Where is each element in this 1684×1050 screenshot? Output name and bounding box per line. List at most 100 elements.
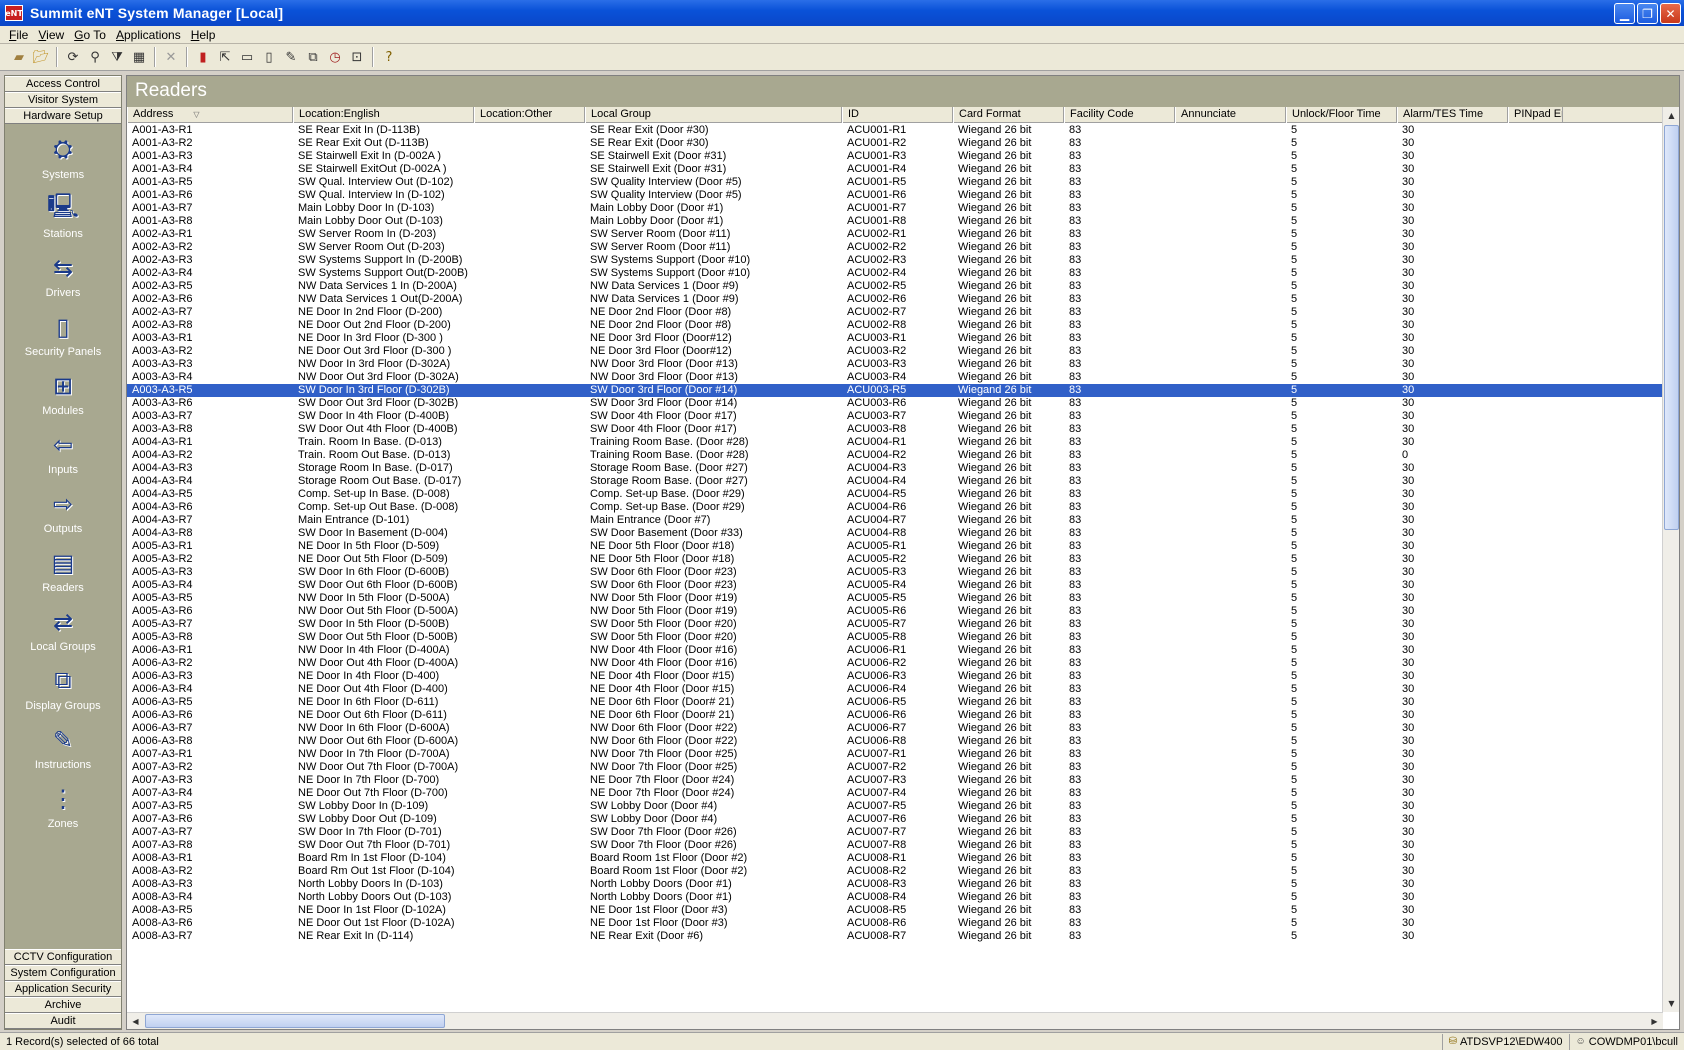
table-row[interactable]: A001-A3-R6 SW Qual. Interview In (D-102) S… xyxy=(127,189,1663,202)
sidebar-item-drivers[interactable]: ⇆ Drivers xyxy=(5,244,121,303)
table-row[interactable]: A005-A3-R2 NE Door Out 5th Floor (D-509) N… xyxy=(127,553,1663,566)
sidebar-item-zones[interactable]: ⋮ Zones xyxy=(5,775,121,834)
table-row[interactable]: A004-A3-R7 Main Entrance (D-101) Main Entr… xyxy=(127,514,1663,527)
delete-button[interactable]: ✕ xyxy=(160,46,182,68)
access-control-button[interactable]: Access Control xyxy=(5,76,121,92)
table-row[interactable]: A006-A3-R6 NE Door Out 6th Floor (D-611) N… xyxy=(127,709,1663,722)
export-button[interactable]: ⇱ xyxy=(214,46,236,68)
column-header-pinpad-en[interactable]: PINpad En xyxy=(1508,107,1563,123)
table-row[interactable]: A003-A3-R1 NE Door In 3rd Floor (D-300 ) N… xyxy=(127,332,1663,345)
table-row[interactable]: A001-A3-R8 Main Lobby Door Out (D-103) Mai… xyxy=(127,215,1663,228)
archive-button[interactable]: Archive xyxy=(5,997,121,1013)
table-row[interactable]: A006-A3-R8 NW Door Out 6th Floor (D-600A)… xyxy=(127,735,1663,748)
scroll-up-icon[interactable]: ▲ xyxy=(1663,107,1680,124)
table-row[interactable]: A004-A3-R2 Train. Room Out Base. (D-013) T… xyxy=(127,449,1663,462)
table-row[interactable]: A003-A3-R8 SW Door Out 4th Floor (D-400B)… xyxy=(127,423,1663,436)
table-row[interactable]: A007-A3-R1 NW Door In 7th Floor (D-700A) N… xyxy=(127,748,1663,761)
system-configuration-button[interactable]: System Configuration xyxy=(5,965,121,981)
sidebar-item-display-groups[interactable]: ⧉ Display Groups xyxy=(5,657,121,716)
minimize-button[interactable]: ▁ xyxy=(1614,3,1635,24)
table-row[interactable]: A006-A3-R7 NW Door In 6th Floor (D-600A) N… xyxy=(127,722,1663,735)
filter-button[interactable]: ⧩ xyxy=(106,46,128,68)
table-row[interactable]: A004-A3-R3 Storage Room In Base. (D-017) S… xyxy=(127,462,1663,475)
application-security-button[interactable]: Application Security xyxy=(5,981,121,997)
table-row[interactable]: A001-A3-R7 Main Lobby Door In (D-103) Main… xyxy=(127,202,1663,215)
refresh-button[interactable]: ⟳ xyxy=(62,46,84,68)
table-row[interactable]: A003-A3-R5 SW Door In 3rd Floor (D-302B) S… xyxy=(127,384,1663,397)
column-header-location-other[interactable]: Location:Other xyxy=(474,107,585,123)
table-row[interactable]: A001-A3-R2 SE Rear Exit Out (D-113B) SE Re… xyxy=(127,137,1663,150)
table-row[interactable]: A007-A3-R8 SW Door Out 7th Floor (D-701) S… xyxy=(127,839,1663,852)
table-row[interactable]: A006-A3-R3 NE Door In 4th Floor (D-400) NE… xyxy=(127,670,1663,683)
sidebar-item-readers[interactable]: ▤ Readers xyxy=(5,539,121,598)
horizontal-scrollbar[interactable]: ◀ ▶ xyxy=(127,1012,1663,1029)
table-row[interactable]: A006-A3-R4 NE Door Out 4th Floor (D-400) N… xyxy=(127,683,1663,696)
table-row[interactable]: A008-A3-R1 Board Rm In 1st Floor (D-104) B… xyxy=(127,852,1663,865)
table-row[interactable]: A002-A3-R7 NE Door In 2nd Floor (D-200) NE… xyxy=(127,306,1663,319)
table-row[interactable]: A001-A3-R1 SE Rear Exit In (D-113B) SE Rea… xyxy=(127,124,1663,137)
menu-go-to[interactable]: Go To xyxy=(69,28,111,42)
table-row[interactable]: A001-A3-R5 SW Qual. Interview Out (D-102)… xyxy=(127,176,1663,189)
table-row[interactable]: A003-A3-R6 SW Door Out 3rd Floor (D-302B)… xyxy=(127,397,1663,410)
column-header-address[interactable]: Address ▽ xyxy=(127,107,293,123)
column-header-id[interactable]: ID xyxy=(842,107,953,123)
table-row[interactable]: A006-A3-R2 NW Door Out 4th Floor (D-400A)… xyxy=(127,657,1663,670)
table-row[interactable]: A005-A3-R4 SW Door Out 6th Floor (D-600B)… xyxy=(127,579,1663,592)
table-row[interactable]: A007-A3-R2 NW Door Out 7th Floor (D-700A)… xyxy=(127,761,1663,774)
table-row[interactable]: A004-A3-R1 Train. Room In Base. (D-013) Tr… xyxy=(127,436,1663,449)
sidebar-item-local-groups[interactable]: ⇄ Local Groups xyxy=(5,598,121,657)
table-row[interactable]: A002-A3-R5 NW Data Services 1 In (D-200A)… xyxy=(127,280,1663,293)
schedule-button[interactable]: ◷ xyxy=(324,46,346,68)
table-row[interactable]: A008-A3-R7 NE Rear Exit In (D-114) NE Rear… xyxy=(127,930,1663,943)
menu-applications[interactable]: Applications xyxy=(111,28,186,42)
table-row[interactable]: A003-A3-R2 NE Door Out 3rd Floor (D-300 )… xyxy=(127,345,1663,358)
column-header-card-format[interactable]: Card Format xyxy=(953,107,1064,123)
table-row[interactable]: A001-A3-R4 SE Stairwell ExitOut (D-002A )… xyxy=(127,163,1663,176)
open-button[interactable]: 📂︎ xyxy=(30,46,52,68)
table-row[interactable]: A007-A3-R5 SW Lobby Door In (D-109) SW Lob… xyxy=(127,800,1663,813)
scroll-left-icon[interactable]: ◀ xyxy=(127,1013,144,1030)
visitor-system-button[interactable]: Visitor System xyxy=(5,92,121,108)
column-header-alarm-tes-time[interactable]: Alarm/TES Time xyxy=(1397,107,1508,123)
table-row[interactable]: A008-A3-R6 NE Door Out 1st Floor (D-102A)… xyxy=(127,917,1663,930)
table-row[interactable]: A008-A3-R2 Board Rm Out 1st Floor (D-104)… xyxy=(127,865,1663,878)
tools-button[interactable]: ⊡ xyxy=(346,46,368,68)
table-row[interactable]: A003-A3-R3 NW Door In 3rd Floor (D-302A) N… xyxy=(127,358,1663,371)
table-row[interactable]: A006-A3-R1 NW Door In 4th Floor (D-400A) N… xyxy=(127,644,1663,657)
column-header-facility-code[interactable]: Facility Code xyxy=(1064,107,1175,123)
vertical-scrollbar[interactable]: ▲ ▼ xyxy=(1662,107,1679,1012)
table-row[interactable]: A004-A3-R8 SW Door In Basement (D-004) SW … xyxy=(127,527,1663,540)
help-button[interactable]: ? xyxy=(378,46,400,68)
restore-button[interactable]: ❐ xyxy=(1637,3,1658,24)
column-header-local-group[interactable]: Local Group xyxy=(585,107,842,123)
page-button[interactable]: ▯ xyxy=(258,46,280,68)
card-button[interactable]: ▭ xyxy=(236,46,258,68)
horizontal-scroll-thumb[interactable] xyxy=(145,1014,445,1028)
table-row[interactable]: A004-A3-R4 Storage Room Out Base. (D-017)… xyxy=(127,475,1663,488)
table-row[interactable]: A007-A3-R7 SW Door In 7th Floor (D-701) SW… xyxy=(127,826,1663,839)
report-button[interactable]: ▦ xyxy=(128,46,150,68)
table-row[interactable]: A002-A3-R3 SW Systems Support In (D-200B)… xyxy=(127,254,1663,267)
table-row[interactable]: A007-A3-R6 SW Lobby Door Out (D-109) SW Lo… xyxy=(127,813,1663,826)
vertical-scroll-thumb[interactable] xyxy=(1664,125,1679,530)
table-row[interactable]: A005-A3-R3 SW Door In 6th Floor (D-600B) S… xyxy=(127,566,1663,579)
table-row[interactable]: A007-A3-R3 NE Door In 7th Floor (D-700) NE… xyxy=(127,774,1663,787)
table-row[interactable]: A002-A3-R1 SW Server Room In (D-203) SW Se… xyxy=(127,228,1663,241)
find-button[interactable]: ⚲ xyxy=(84,46,106,68)
table-row[interactable]: A001-A3-R3 SE Stairwell Exit In (D-002A )… xyxy=(127,150,1663,163)
table-row[interactable]: A005-A3-R6 NW Door Out 5th Floor (D-500A)… xyxy=(127,605,1663,618)
table-row[interactable]: A008-A3-R5 NE Door In 1st Floor (D-102A) N… xyxy=(127,904,1663,917)
column-header-location-english[interactable]: Location:English xyxy=(293,107,474,123)
new-button[interactable]: ▰ xyxy=(8,46,30,68)
sidebar-item-outputs[interactable]: ⇨ Outputs xyxy=(5,480,121,539)
column-header-annunciate[interactable]: Annunciate xyxy=(1175,107,1286,123)
table-row[interactable]: A005-A3-R5 NW Door In 5th Floor (D-500A) N… xyxy=(127,592,1663,605)
scroll-down-icon[interactable]: ▼ xyxy=(1663,995,1680,1012)
audit-button[interactable]: Audit xyxy=(5,1013,121,1029)
column-header-unlock-floor-time[interactable]: Unlock/Floor Time xyxy=(1286,107,1397,123)
sidebar-item-security-panels[interactable]: ▯ Security Panels xyxy=(5,303,121,362)
copy-button[interactable]: ⧉ xyxy=(302,46,324,68)
door-button[interactable]: ▮ xyxy=(192,46,214,68)
table-row[interactable]: A002-A3-R4 SW Systems Support Out(D-200B)… xyxy=(127,267,1663,280)
table-row[interactable]: A005-A3-R7 SW Door In 5th Floor (D-500B) S… xyxy=(127,618,1663,631)
